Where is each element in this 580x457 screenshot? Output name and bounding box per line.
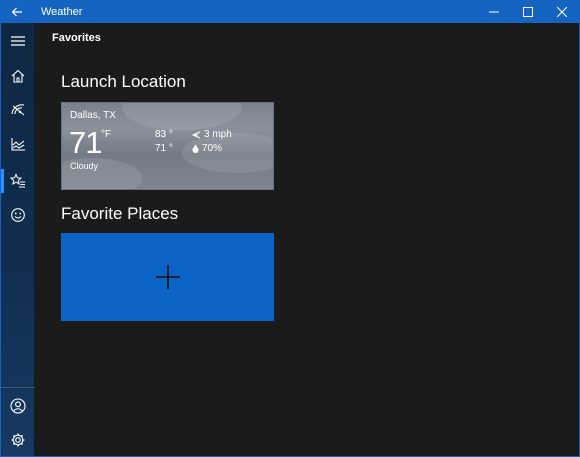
settings-button[interactable] [1,425,35,455]
current-temperature: 71 [69,125,102,160]
sidebar-divider [1,387,35,388]
minimize-icon [489,11,499,13]
nav-feedback[interactable] [1,200,35,230]
account-button[interactable] [1,391,35,421]
temperature-unit: °F [101,129,112,140]
settings-gear-icon [11,433,25,447]
maximize-icon [523,7,533,17]
nav-historical-weather[interactable] [1,129,35,159]
humidity-value: 70% [202,143,223,154]
add-favorite-button[interactable] [61,233,274,321]
wind-icon [192,131,201,138]
hamburger-menu-icon [11,36,25,46]
hamburger-menu-button[interactable] [1,26,35,56]
weather-app-window: Weather Favorites Launch Location Dallas… [0,0,580,457]
favorites-star-list-icon [10,173,25,188]
high-temperature: 83 ° [155,129,173,140]
droplet-icon [192,144,199,153]
back-button[interactable] [1,1,33,23]
nav-maps[interactable] [1,95,35,125]
radar-icon [11,104,25,116]
close-icon [557,7,567,17]
minimize-button[interactable] [477,1,511,23]
weather-condition: Cloudy [70,161,99,171]
page-title: Favorites [52,32,101,44]
navigation-sidebar [1,23,35,456]
launch-location-heading: Launch Location [61,72,186,91]
back-arrow-icon [11,7,22,17]
maximize-button[interactable] [511,1,545,23]
favorite-places-heading: Favorite Places [61,204,179,223]
wind-speed: 3 mph [204,129,232,140]
window-controls [477,1,579,23]
launch-location-card[interactable]: Dallas, TX 71 °F Cloudy 83 ° 71 ° 3 mph … [61,102,274,190]
city-name: Dallas, TX [70,110,116,121]
plus-icon [155,265,180,289]
nav-favorites[interactable] [1,166,35,196]
account-icon [10,398,26,414]
cloud-bg [122,103,242,130]
nav-forecast[interactable] [1,61,35,91]
close-button[interactable] [545,1,579,23]
app-title: Weather [41,6,83,18]
wind-info: 3 mph [192,129,232,140]
smiley-icon [11,208,25,222]
main-content: Favorites Launch Location Dallas, TX 71 … [36,23,579,456]
historical-chart-icon [11,138,25,151]
low-temperature: 71 ° [155,143,173,154]
title-bar: Weather [1,1,579,23]
humidity-info: 70% [192,143,222,154]
home-icon [11,69,25,83]
